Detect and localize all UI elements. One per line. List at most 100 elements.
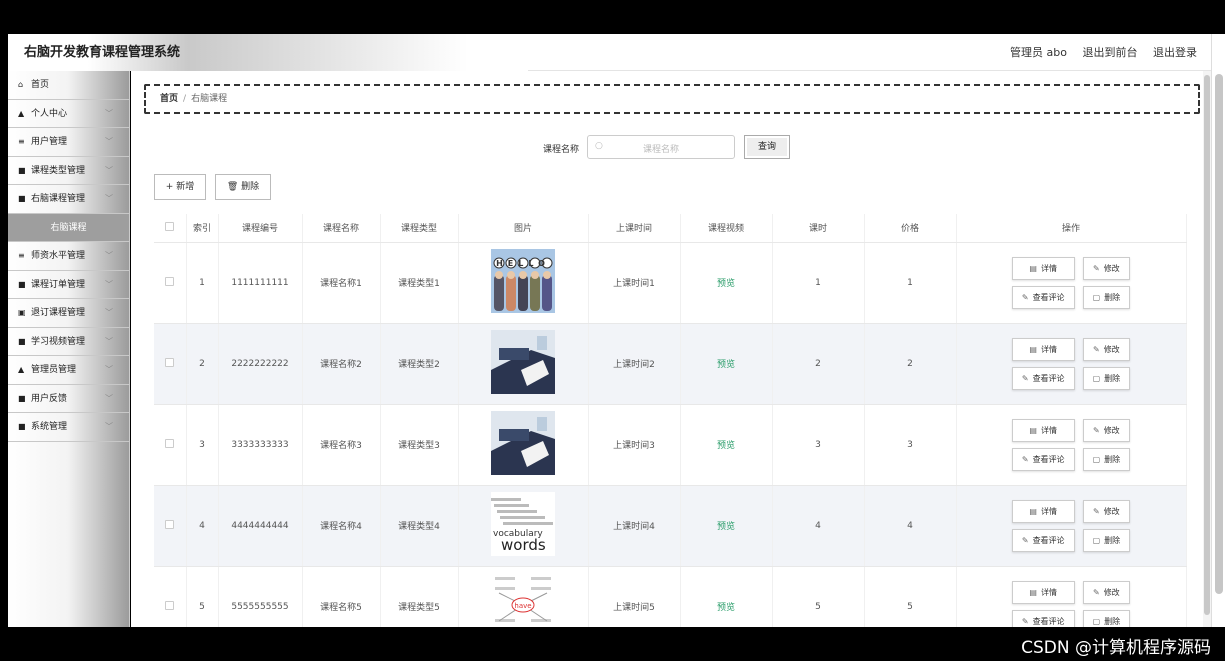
detail-button[interactable]: ▤ 详情 xyxy=(1011,418,1075,442)
detail-label: 详情 xyxy=(1040,425,1057,435)
cell-index: 5 xyxy=(186,566,219,627)
video-preview-link[interactable]: 预览 xyxy=(717,441,735,451)
cell-hours: 3 xyxy=(772,404,865,486)
course-image: have xyxy=(491,573,555,627)
sidebar-item[interactable]: ≡ 师资水平管理 ﹀ xyxy=(8,242,129,271)
sidebar-item[interactable]: ▲ 个人中心 ﹀ xyxy=(8,100,129,128)
cell-hours: 4 xyxy=(772,485,865,567)
sidebar-item[interactable]: ■ 课程订单管理 ﹀ xyxy=(8,271,129,299)
cell-actions: ▤ 详情 ✎ 修改 ✎ 查看评论 ▢ 删除 xyxy=(956,323,1187,405)
detail-icon: ▤ xyxy=(1029,263,1037,273)
cell-hours: 5 xyxy=(772,566,865,627)
exit-front-link[interactable]: 退出到前台 xyxy=(1083,46,1138,59)
breadcrumb: 首页 / 右脑课程 xyxy=(144,84,1200,114)
sidebar-item[interactable]: ■ 右脑课程管理 ﹀ xyxy=(8,185,129,214)
add-button[interactable]: + 新增 xyxy=(154,174,206,200)
sidebar-item[interactable]: ⌂ 首页 xyxy=(8,71,129,100)
row-delete-button[interactable]: ▢ 删除 xyxy=(1082,609,1131,627)
breadcrumb-home[interactable]: 首页 xyxy=(160,94,178,104)
cell-name: 课程名称1 xyxy=(302,242,381,324)
sidebar-item-label: 课程订单管理 xyxy=(31,279,86,290)
cell-code: 2222222222 xyxy=(218,323,303,405)
view-comments-button[interactable]: ✎ 查看评论 xyxy=(1011,528,1075,552)
row-checkbox[interactable] xyxy=(165,276,175,286)
course-image: vocabularywords xyxy=(491,492,555,556)
cell-index: 1 xyxy=(186,242,219,324)
sidebar-item[interactable]: ≡ 用户管理 ﹀ xyxy=(8,128,129,157)
sidebar-item[interactable]: ■ 系统管理 ﹀ xyxy=(8,413,129,442)
top-black-bar xyxy=(0,0,1225,34)
detail-button[interactable]: ▤ 详情 xyxy=(1011,256,1075,280)
comment-icon: ✎ xyxy=(1021,616,1029,626)
submenu-item[interactable]: 右脑课程 xyxy=(8,213,129,242)
sidebar-item-label: 用户管理 xyxy=(31,137,68,147)
cell-time: 上课时间3 xyxy=(588,404,681,486)
cell-type: 课程类型1 xyxy=(380,242,459,324)
detail-button[interactable]: ▤ 详情 xyxy=(1011,580,1075,604)
row-checkbox-cell xyxy=(154,566,187,627)
row-delete-button[interactable]: ▢ 删除 xyxy=(1082,366,1131,390)
video-preview-link[interactable]: 预览 xyxy=(717,279,735,289)
detail-button[interactable]: ▤ 详情 xyxy=(1011,499,1075,523)
cell-image: HELLO xyxy=(458,242,589,324)
grid-icon: ■ xyxy=(18,422,26,431)
home-icon: ⌂ xyxy=(18,80,24,89)
row-checkbox[interactable] xyxy=(165,519,175,529)
edit-button[interactable]: ✎ 修改 xyxy=(1082,418,1131,442)
header-type: 课程类型 xyxy=(380,214,459,243)
svg-text:words: words xyxy=(501,536,546,554)
row-checkbox[interactable] xyxy=(165,438,175,448)
page-scrollbar[interactable] xyxy=(1211,34,1225,627)
trash-icon: ▢ xyxy=(1092,454,1101,464)
view-comments-button[interactable]: ✎ 查看评论 xyxy=(1011,366,1075,390)
detail-icon: ▤ xyxy=(1029,425,1037,435)
edit-button[interactable]: ✎ 修改 xyxy=(1082,580,1131,604)
sidebar-item[interactable]: ■ 学习视频管理 ﹀ xyxy=(8,328,129,356)
video-preview-link[interactable]: 预览 xyxy=(717,360,735,370)
video-preview-link[interactable]: 预览 xyxy=(717,603,735,613)
cell-price: 5 xyxy=(864,566,957,627)
chevron-down-icon: ﹀ xyxy=(105,251,113,260)
trash-icon: ▢ xyxy=(1092,373,1101,383)
cell-name: 课程名称4 xyxy=(302,485,381,567)
sidebar-item[interactable]: ▲ 管理员管理 ﹀ xyxy=(8,356,129,385)
edit-button[interactable]: ✎ 修改 xyxy=(1082,256,1131,280)
page-scrollbar-thumb[interactable] xyxy=(1215,74,1223,594)
edit-button[interactable]: ✎ 修改 xyxy=(1082,337,1131,361)
row-checkbox-cell xyxy=(154,404,187,486)
sidebar-item[interactable]: ■ 课程类型管理 ﹀ xyxy=(8,157,129,185)
search-input[interactable]: ○ 课程名称 xyxy=(587,135,735,159)
row-delete-button[interactable]: ▢ 删除 xyxy=(1082,528,1131,552)
sidebar-item-label: 右脑课程管理 xyxy=(31,194,86,204)
select-all-checkbox[interactable] xyxy=(165,221,175,231)
sidebar-item[interactable]: ■ 用户反馈 ﹀ xyxy=(8,385,129,413)
cell-video: 预览 xyxy=(680,242,773,324)
row-delete-button[interactable]: ▢ 删除 xyxy=(1082,285,1131,309)
cell-code: 1111111111 xyxy=(218,242,303,324)
row-checkbox-cell xyxy=(154,323,187,405)
admin-icon: ▲ xyxy=(18,365,25,374)
sidebar-item[interactable]: ▣ 退订课程管理 ﹀ xyxy=(8,299,129,328)
edit-button[interactable]: ✎ 修改 xyxy=(1082,499,1131,523)
row-delete-button[interactable]: ▢ 删除 xyxy=(1082,447,1131,471)
search-button[interactable]: 查询 xyxy=(744,135,790,159)
edit-label: 修改 xyxy=(1103,506,1120,516)
header-index: 索引 xyxy=(186,214,219,243)
cell-video: 预览 xyxy=(680,404,773,486)
delete-button[interactable]: 🗑 删除 xyxy=(215,174,271,200)
detail-button[interactable]: ▤ 详情 xyxy=(1011,337,1075,361)
cell-code: 3333333333 xyxy=(218,404,303,486)
view-comments-button[interactable]: ✎ 查看评论 xyxy=(1011,447,1075,471)
row-checkbox[interactable] xyxy=(165,600,175,610)
cell-time: 上课时间2 xyxy=(588,323,681,405)
row-checkbox[interactable] xyxy=(165,357,175,367)
view-comments-button[interactable]: ✎ 查看评论 xyxy=(1011,285,1075,309)
logout-link[interactable]: 退出登录 xyxy=(1153,46,1197,59)
inner-scrollbar[interactable] xyxy=(1203,71,1211,627)
course-table: 索引 课程编号 课程名称 课程类型 图片 上课时间 课程视频 课时 价格 操作 … xyxy=(154,214,1187,627)
inner-scrollbar-thumb[interactable] xyxy=(1204,75,1210,615)
view-comments-button[interactable]: ✎ 查看评论 xyxy=(1011,609,1075,627)
file-icon: ▣ xyxy=(18,308,26,317)
edit-icon: ✎ xyxy=(1092,587,1100,597)
video-preview-link[interactable]: 预览 xyxy=(717,522,735,532)
